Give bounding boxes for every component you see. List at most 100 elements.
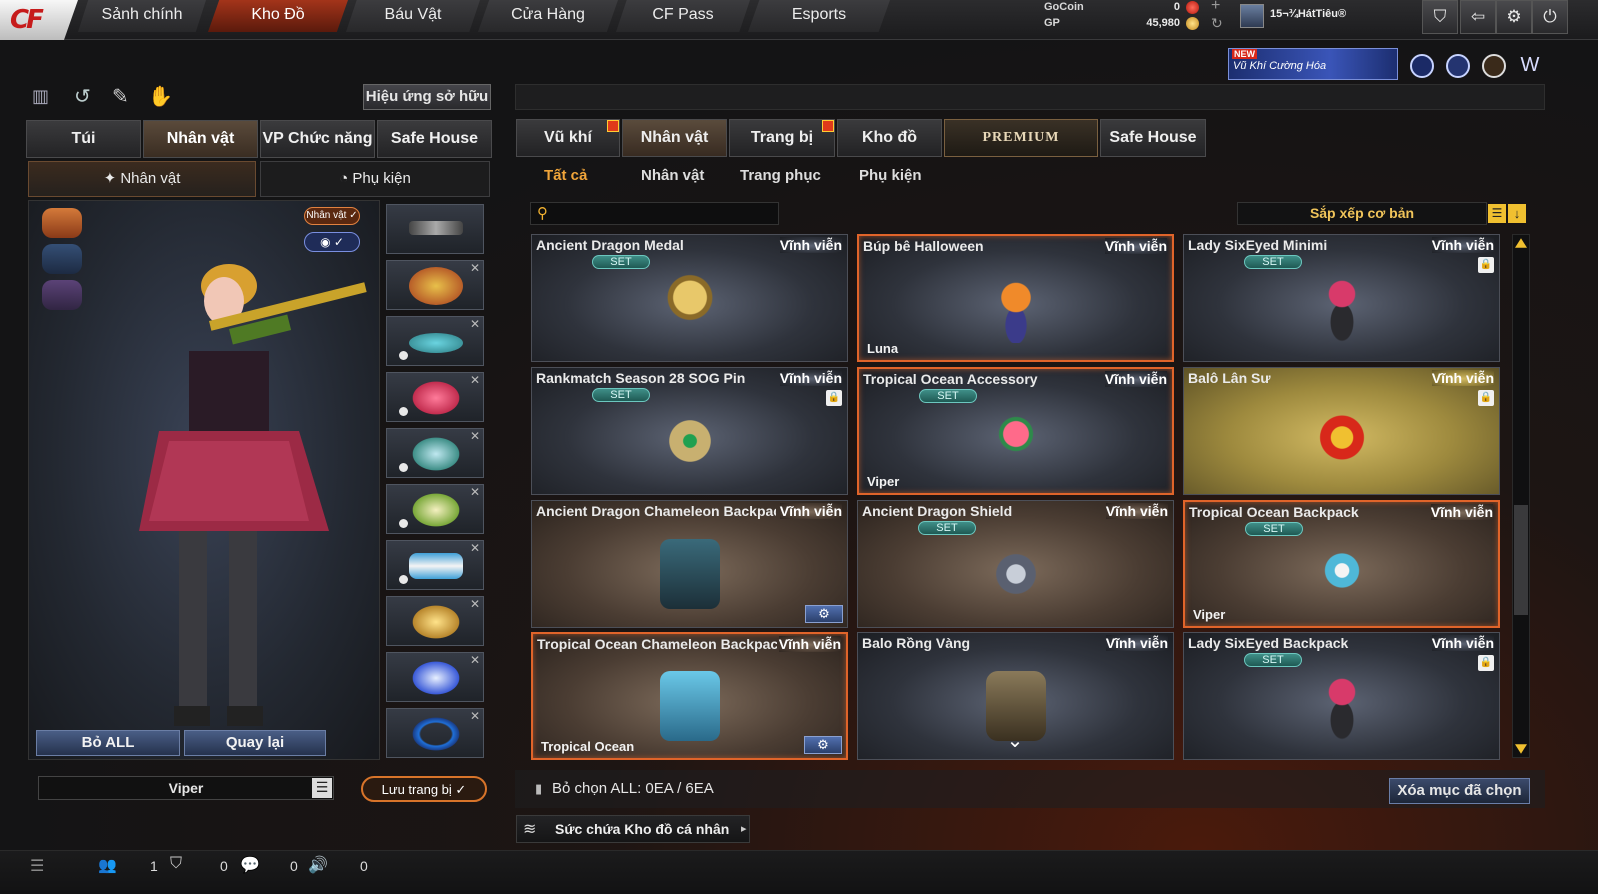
exit-icon[interactable]: ⇦ [1460,0,1496,34]
filter-character[interactable]: Nhân vật [641,163,704,189]
nav-tab-treasure[interactable]: Báu Vật [346,0,480,32]
event-icon-4[interactable]: W [1517,54,1543,78]
slot-weapon[interactable] [386,204,484,254]
search-box[interactable]: ⚲ [530,202,779,225]
item-card[interactable]: Ancient Dragon Chameleon Backpack Vĩnh vi… [531,500,848,628]
remove-icon[interactable]: ✕ [470,709,480,723]
lock-icon[interactable]: 🔒 [1478,655,1494,671]
remove-icon[interactable]: ✕ [470,429,480,443]
item-card[interactable]: Lady SixEyed Minimi Vĩnh viễn SET 🔒 [1183,234,1500,362]
back-button[interactable]: Quay lại [184,730,326,756]
remove-icon[interactable]: ✕ [470,597,480,611]
power-icon[interactable]: ⏻ [1532,0,1568,34]
sort-dropdown[interactable]: Sắp xếp cơ bản [1237,202,1487,225]
delete-selected-button[interactable]: Xóa mục đã chọn [1389,778,1530,804]
lock-icon[interactable]: 🔒 [1478,390,1494,406]
left-tab-vp-function[interactable]: VP Chức năng [260,120,375,158]
slot-turtle[interactable]: ✕ [386,428,484,478]
list-icon[interactable]: ☰ [1488,204,1506,223]
remove-icon[interactable]: ✕ [470,541,480,555]
glove-icon[interactable]: ✋ [148,84,173,108]
slot-bangle[interactable]: ✕ [386,708,484,758]
gear-icon[interactable]: ⚙ [1496,0,1532,34]
slot-bracelet[interactable]: ✕ [386,540,484,590]
clan-icon[interactable]: ⛉ [170,855,182,873]
item-card[interactable]: Tropical Ocean Backpack Vĩnh viễn SET Viper [1183,500,1500,628]
event-icon-3[interactable] [1482,54,1506,78]
slot-coconut[interactable]: ✕ [386,484,484,534]
stats-icon[interactable]: ▥ [32,86,52,106]
clear-all-button[interactable]: Bỏ ALL [36,730,180,756]
faction-icon-2[interactable] [42,244,82,274]
event-icon-2[interactable] [1446,54,1470,78]
remove-icon[interactable]: ✕ [470,261,480,275]
customize-gear-icon[interactable]: ⚙ [805,605,843,623]
event-icon-1[interactable] [1410,54,1434,78]
subtab-accessory[interactable]: ◔ Phụ kiện [260,161,490,197]
right-tab-weapon[interactable]: Vũ khí [516,119,620,157]
remove-icon[interactable]: ✕ [470,653,480,667]
subtab-character[interactable]: ✦ Nhân vật [28,161,256,197]
nav-tab-cfpass[interactable]: CF Pass [616,0,750,32]
scroll-thumb[interactable] [1514,505,1528,615]
right-tab-equipment[interactable]: Trang bị [729,119,835,157]
chevron-down-icon[interactable]: ⌄ [1003,731,1027,752]
left-tab-character[interactable]: Nhân vật [143,120,258,158]
promo-banner[interactable]: NEW Vũ Khí Cường Hóa [1228,48,1398,80]
chat-icon[interactable]: 💬 [240,855,260,875]
character-preview[interactable] [28,200,380,760]
slot-glasses[interactable]: ✕ [386,316,484,366]
item-card[interactable]: Búp bê Halloween Vĩnh viễn Luna [857,234,1174,362]
nav-tab-lobby[interactable]: Sảnh chính [78,0,206,32]
faction-icon-1[interactable] [42,208,82,238]
customize-gear-icon[interactable]: ⚙ [804,736,842,754]
menu-list-icon[interactable]: ☰ [30,856,44,876]
item-card[interactable]: Tropical Ocean Chameleon Backpack Vĩnh vi… [531,632,848,760]
remove-icon[interactable]: ✕ [470,317,480,331]
scroll-down-icon[interactable] [1515,744,1527,754]
owned-effects-button[interactable]: Hiệu ứng sở hữu [363,84,491,110]
item-card[interactable]: Tropical Ocean Accessory Vĩnh viễn SET Vipe… [857,367,1174,495]
remove-icon[interactable]: ✕ [470,485,480,499]
capacity-panel[interactable]: ≋ Sức chứa Kho đồ cá nhân ▸ [516,815,750,843]
sort-arrow-icon[interactable]: ↓ [1508,204,1526,223]
right-tab-character[interactable]: Nhân vật [622,119,727,157]
character-badge[interactable]: Nhân vật ✓ [304,207,360,225]
nav-tab-esports[interactable]: Esports [748,0,890,32]
slot-dragon[interactable]: ✕ [386,596,484,646]
add-coin-icon[interactable]: + [1211,0,1220,15]
item-card[interactable]: Balô Lân Sư Vĩnh viễn 🔒 [1183,367,1500,495]
visibility-toggle[interactable]: ◉ ✓ [304,232,360,252]
left-tab-safe-house[interactable]: Safe House [377,120,492,158]
right-tab-storage[interactable]: Kho đồ [837,119,942,157]
history-icon[interactable]: ↺ [74,84,98,108]
search-input[interactable] [557,204,775,223]
lock-icon[interactable]: 🔒 [1478,257,1494,273]
character-name-field[interactable]: Viper [38,776,334,800]
slot-ring[interactable]: ✕ [386,652,484,702]
right-tab-safe-house[interactable]: Safe House [1100,119,1206,157]
refresh-icon[interactable]: ↻ [1211,15,1223,32]
save-equipment-button[interactable]: Lưu trang bị ✓ [361,776,487,802]
scroll-up-icon[interactable] [1515,238,1527,248]
item-scrollbar[interactable] [1512,234,1530,758]
item-card[interactable]: Rankmatch Season 28 SOG Pin Vĩnh viễn SET 🔒 [531,367,848,495]
slot-flower[interactable]: ✕ [386,372,484,422]
menu-icon[interactable]: ☰ [312,778,332,798]
item-card[interactable]: Lady SixEyed Backpack Vĩnh viễn SET 🔒 [1183,632,1500,760]
friends-icon[interactable]: 👥 [98,856,117,874]
character-edit-icon[interactable]: ✎ [112,84,136,108]
slot-hat[interactable]: ✕ [386,260,484,310]
item-card[interactable]: Ancient Dragon Medal Vĩnh viễn SET [531,234,848,362]
item-card[interactable]: Ancient Dragon Shield Vĩnh viễn SET [857,500,1174,628]
lock-icon[interactable]: 🔒 [826,390,842,406]
nav-tab-inventory[interactable]: Kho Đồ [208,0,348,32]
left-tab-bag[interactable]: Túi [26,120,141,158]
filter-outfit[interactable]: Trang phục [740,163,821,189]
right-tab-premium[interactable]: PREMIUM [944,119,1098,157]
remove-icon[interactable]: ✕ [470,373,480,387]
filter-all[interactable]: Tất cả [544,163,587,189]
shield-icon[interactable]: ⛉ [1422,0,1458,34]
nav-tab-shop[interactable]: Cửa Hàng [478,0,618,32]
filter-accessory[interactable]: Phụ kiện [859,163,922,189]
